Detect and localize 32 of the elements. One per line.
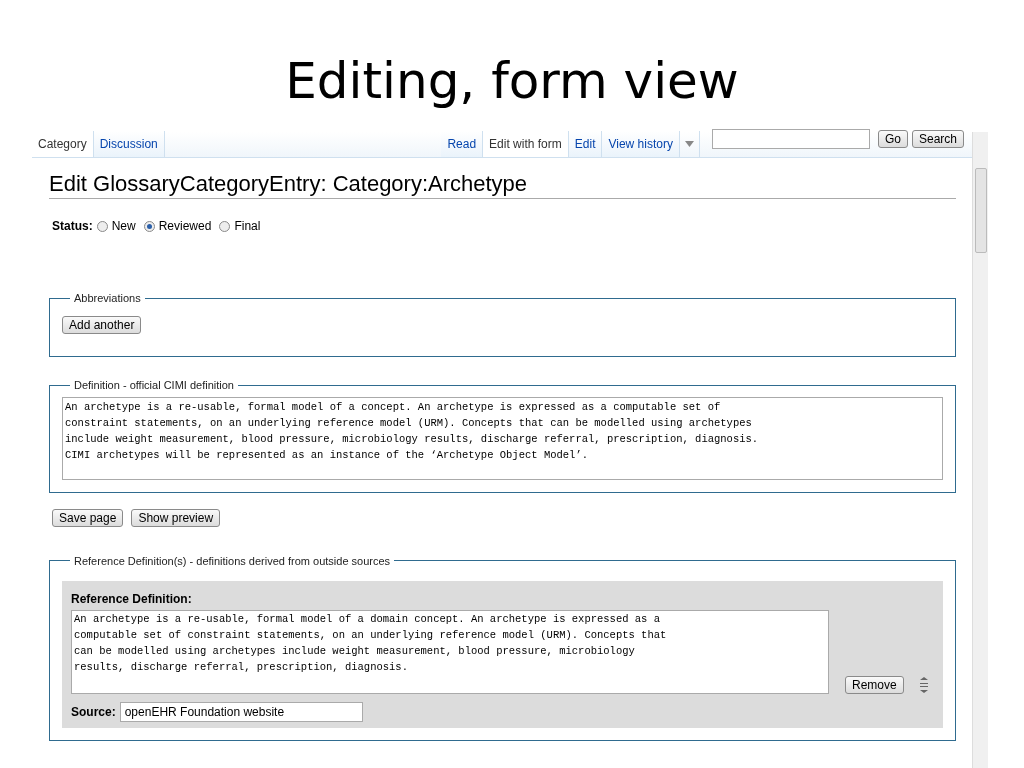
- source-field[interactable]: openEHR Foundation website: [119, 702, 363, 722]
- reference-textarea[interactable]: An archetype is a re-usable, formal model of a domain concept. An archetype is expressed as a computable set of constraint statements, on an underlying reference model (URM). Concepts that can be modelled using archetypes include weight measurement, blood pressure, microbiology results, discharge referral, prescription, diagnosis.: [71, 610, 829, 694]
- radio-button[interactable]: [96, 220, 108, 232]
- tab[interactable]: Read: [441, 131, 484, 157]
- search-button[interactable]: Search: [911, 130, 964, 148]
- tab[interactable]: Edit: [568, 131, 603, 157]
- section-legend: Definition - official CIMI definition: [70, 377, 238, 394]
- action-button[interactable]: Save page: [52, 508, 124, 527]
- tab[interactable]: Category: [32, 131, 94, 157]
- radio-button[interactable]: [219, 220, 231, 232]
- radio-button[interactable]: [143, 220, 155, 232]
- radio-label: Final: [234, 218, 261, 235]
- source-label: Source:: [71, 704, 116, 721]
- search-field[interactable]: [711, 129, 870, 149]
- reference-label: Reference Definition:: [71, 591, 193, 608]
- radio-label: New: [111, 218, 136, 235]
- tab[interactable]: Edit with form: [483, 131, 569, 157]
- section-legend: Abbreviations: [70, 290, 145, 307]
- definition-textarea[interactable]: An archetype is a re-usable, formal model of a concept. An archetype is expressed as a computable set of constraint statements, on an underlying reference model (URM). Concepts that can be modelled using archetypes include weight measurement, blood pressure, microbiology results, discharge referral, prescription, diagnosis. CIMI archetypes will be represented as an instance of the ‘Archetype Object Model’.: [62, 396, 943, 480]
- tab[interactable]: Discussion: [93, 131, 165, 157]
- slide-title: Editing, form view: [285, 56, 739, 106]
- status-label: Status:: [52, 218, 93, 235]
- go-button[interactable]: Go: [877, 130, 908, 148]
- action-button[interactable]: Show preview: [131, 508, 221, 527]
- add-another-button[interactable]: Add another: [62, 315, 142, 334]
- drag-handle-icon[interactable]: [919, 677, 928, 693]
- page-heading: Edit GlossaryCategoryEntry: Category:Archetype: [49, 170, 956, 199]
- section-legend: Reference Definition(s) - definitions derived from outside sources: [70, 552, 395, 569]
- scrollbar[interactable]: [972, 132, 988, 768]
- tab[interactable]: View history: [602, 131, 680, 157]
- radio-label: Reviewed: [158, 218, 212, 235]
- remove-button[interactable]: Remove: [845, 676, 904, 694]
